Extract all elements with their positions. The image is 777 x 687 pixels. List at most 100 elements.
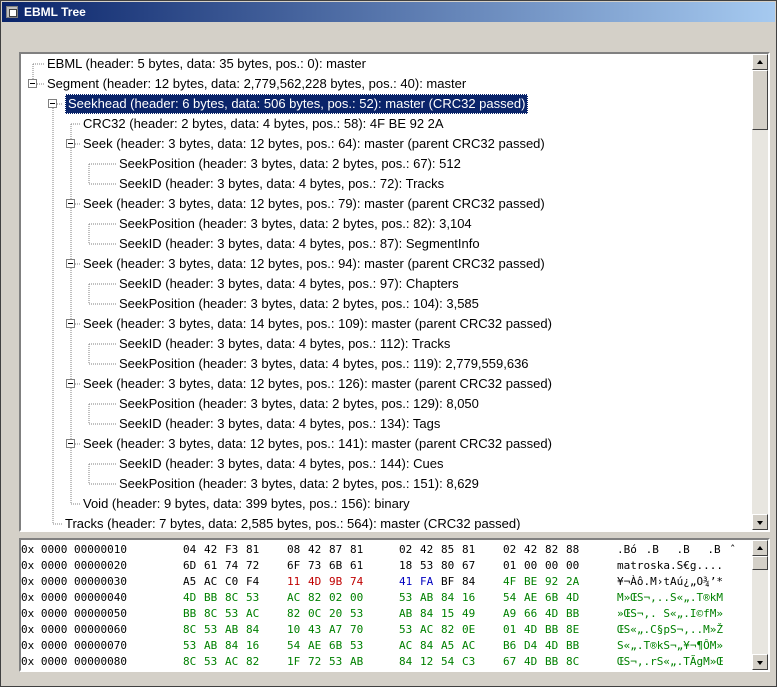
hex-byte[interactable]: 4D <box>524 654 537 670</box>
hex-byte[interactable]: AE <box>308 638 321 654</box>
hex-byte[interactable]: D4 <box>524 638 537 654</box>
hex-scroll-down-button[interactable] <box>752 654 768 670</box>
tree-node[interactable]: SeekID (header: 3 bytes, data: 4 bytes, … <box>119 174 444 194</box>
hex-byte[interactable]: 84 <box>420 638 433 654</box>
hex-byte[interactable]: 53 <box>246 590 259 606</box>
hex-byte[interactable]: AE <box>524 590 537 606</box>
hex-byte[interactable]: AB <box>420 590 433 606</box>
tree-node[interactable]: Segment (header: 12 bytes, data: 2,779,5… <box>47 74 466 94</box>
hex-byte[interactable]: 82 <box>246 654 259 670</box>
hex-byte[interactable]: 0E <box>462 622 475 638</box>
hex-byte[interactable]: 49 <box>462 606 475 622</box>
hex-byte[interactable]: 16 <box>462 590 475 606</box>
hex-byte[interactable]: BB <box>204 590 217 606</box>
hex-byte[interactable]: 08 <box>287 542 300 558</box>
tree-node[interactable]: Seek (header: 3 bytes, data: 14 bytes, p… <box>83 314 552 334</box>
hex-byte[interactable]: 74 <box>225 558 238 574</box>
hex-byte[interactable]: AC <box>462 638 475 654</box>
hex-byte[interactable]: 67 <box>462 558 475 574</box>
hex-byte[interactable]: 53 <box>420 558 433 574</box>
hex-byte[interactable]: C0 <box>225 574 238 590</box>
hex-byte[interactable]: AC <box>287 590 300 606</box>
hex-byte[interactable]: 42 <box>308 542 321 558</box>
hex-byte[interactable]: 01 <box>503 622 516 638</box>
hex-byte[interactable]: 00 <box>524 558 537 574</box>
tree-node[interactable]: SeekPosition (header: 3 bytes, data: 2 b… <box>119 294 479 314</box>
hex-byte[interactable]: F4 <box>246 574 259 590</box>
tree-node[interactable]: SeekPosition (header: 3 bytes, data: 2 b… <box>119 474 479 494</box>
hex-byte[interactable]: 54 <box>441 654 454 670</box>
hex-byte[interactable]: 54 <box>287 638 300 654</box>
hex-byte[interactable]: 15 <box>441 606 454 622</box>
hex-byte[interactable]: A9 <box>503 606 516 622</box>
hex-byte[interactable]: 82 <box>441 622 454 638</box>
hex-byte[interactable]: 84 <box>420 606 433 622</box>
hex-byte[interactable]: 4D <box>183 590 196 606</box>
hex-byte[interactable]: 42 <box>204 542 217 558</box>
hex-byte[interactable]: 4D <box>308 574 321 590</box>
hex-byte[interactable]: AB <box>399 606 412 622</box>
hex-byte[interactable]: A5 <box>183 574 196 590</box>
hex-byte[interactable]: BB <box>545 622 558 638</box>
hex-byte[interactable]: AC <box>204 574 217 590</box>
tree-vertical-scrollbar[interactable] <box>752 54 768 530</box>
collapse-toggle-icon[interactable] <box>28 79 37 88</box>
hex-byte[interactable]: 04 <box>183 542 196 558</box>
hex-byte[interactable]: 6D <box>183 558 196 574</box>
tree-scroll-up-button[interactable] <box>752 54 768 70</box>
hex-byte[interactable]: 53 <box>225 606 238 622</box>
collapse-toggle-icon[interactable] <box>66 259 75 268</box>
hex-byte[interactable]: 70 <box>350 622 363 638</box>
tree-node[interactable]: CRC32 (header: 2 bytes, data: 4 bytes, p… <box>83 114 444 134</box>
hex-byte[interactable]: 82 <box>545 542 558 558</box>
hex-byte[interactable]: 8C <box>204 606 217 622</box>
tree-node[interactable]: SeekID (header: 3 bytes, data: 4 bytes, … <box>119 454 443 474</box>
hex-byte[interactable]: A7 <box>329 622 342 638</box>
hex-byte[interactable]: 81 <box>350 542 363 558</box>
hex-byte[interactable]: BB <box>566 606 579 622</box>
tree-node[interactable]: Seek (header: 3 bytes, data: 12 bytes, p… <box>83 434 552 454</box>
hex-byte[interactable]: 4D <box>545 638 558 654</box>
hex-byte[interactable]: 00 <box>566 558 579 574</box>
hex-byte[interactable]: 0C <box>308 606 321 622</box>
hex-byte[interactable]: 53 <box>204 622 217 638</box>
hex-byte[interactable]: 16 <box>246 638 259 654</box>
hex-byte[interactable]: 61 <box>204 558 217 574</box>
hex-byte[interactable]: 10 <box>287 622 300 638</box>
hex-byte[interactable]: 42 <box>420 542 433 558</box>
hex-byte[interactable]: 6B <box>329 558 342 574</box>
hex-byte[interactable]: 41 <box>399 574 412 590</box>
tree-node[interactable]: Seek (header: 3 bytes, data: 12 bytes, p… <box>83 134 545 154</box>
hex-byte[interactable]: 02 <box>399 542 412 558</box>
hex-byte[interactable]: 53 <box>204 654 217 670</box>
hex-byte[interactable]: BB <box>545 654 558 670</box>
hex-byte[interactable]: 9B <box>329 574 342 590</box>
hex-byte[interactable]: 53 <box>399 622 412 638</box>
hex-byte[interactable]: 82 <box>308 590 321 606</box>
hex-byte[interactable]: 53 <box>350 606 363 622</box>
hex-byte[interactable]: BE <box>524 574 537 590</box>
hex-byte[interactable]: 6B <box>329 638 342 654</box>
hex-byte[interactable]: 6B <box>545 590 558 606</box>
hex-byte[interactable]: 53 <box>350 638 363 654</box>
tree-node[interactable]: SeekID (header: 3 bytes, data: 4 bytes, … <box>119 414 440 434</box>
hex-byte[interactable]: 02 <box>329 590 342 606</box>
hex-byte[interactable]: 73 <box>308 558 321 574</box>
hex-byte[interactable]: 81 <box>462 542 475 558</box>
hex-byte[interactable]: 72 <box>246 558 259 574</box>
hex-byte[interactable]: AC <box>399 638 412 654</box>
hex-byte[interactable]: 1F <box>287 654 300 670</box>
collapse-toggle-icon[interactable] <box>66 319 75 328</box>
tree-node[interactable]: SeekPosition (header: 3 bytes, data: 2 b… <box>119 214 472 234</box>
hex-byte[interactable]: 4D <box>545 606 558 622</box>
hex-byte[interactable]: 4D <box>524 622 537 638</box>
hex-byte[interactable]: 02 <box>503 542 516 558</box>
hex-byte[interactable]: 85 <box>441 542 454 558</box>
tree-node-selected[interactable]: Seekhead (header: 6 bytes, data: 506 byt… <box>65 94 529 114</box>
hex-byte[interactable]: 53 <box>183 638 196 654</box>
hex-byte[interactable]: 01 <box>503 558 516 574</box>
collapse-toggle-icon[interactable] <box>66 139 75 148</box>
hex-byte[interactable]: 61 <box>350 558 363 574</box>
hex-byte[interactable]: 8C <box>225 590 238 606</box>
hex-byte[interactable]: 84 <box>399 654 412 670</box>
